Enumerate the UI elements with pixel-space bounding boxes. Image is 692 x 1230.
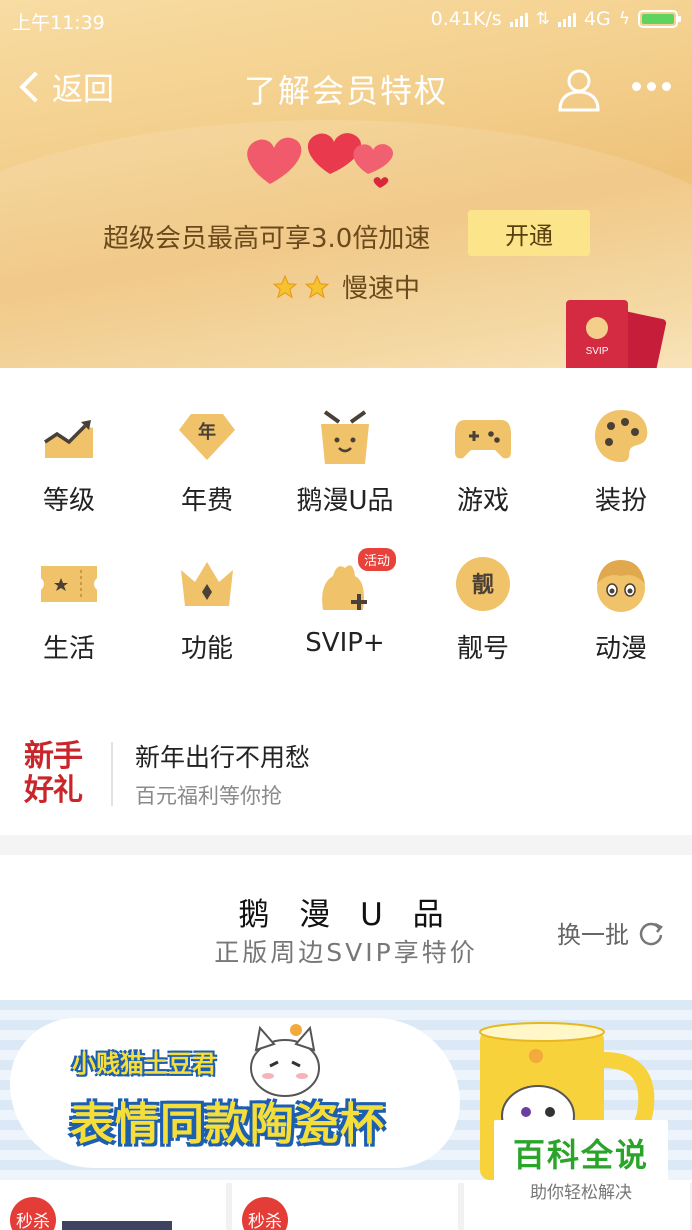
- privilege-item-life[interactable]: 生活: [0, 554, 138, 674]
- signal-icon: [509, 11, 528, 27]
- flash-sale-badge: 秒杀: [242, 1197, 288, 1230]
- star-icon: [272, 274, 298, 299]
- product-thumbnail: [62, 1221, 172, 1230]
- watermark-title: 百科全说: [512, 1136, 649, 1174]
- privilege-label: 鹅漫U品: [296, 486, 394, 516]
- svip-red-packet-icon[interactable]: SVIP: [562, 300, 672, 368]
- network-type: 4G: [583, 8, 611, 30]
- refresh-batch-button[interactable]: 换一批: [557, 915, 665, 950]
- gamepad-icon: [455, 420, 511, 459]
- refresh-icon: [639, 922, 663, 945]
- charging-icon: ϟ: [618, 9, 630, 29]
- privilege-label: 动漫: [594, 634, 647, 664]
- watermark-subtitle: 助你轻松解决: [530, 1183, 632, 1203]
- privilege-label: 装扮: [594, 486, 647, 516]
- flash-sale-badge: 秒杀: [10, 1197, 56, 1230]
- privilege-label: 靓号: [456, 634, 509, 664]
- crown-icon: [181, 562, 233, 606]
- trend-chart-icon: [44, 420, 93, 458]
- annual-fee-icon: 年: [179, 414, 235, 460]
- new-user-gift-banner[interactable]: 新手 好礼 新年出行不用愁 百元福利等你抢: [0, 718, 692, 834]
- status-bar: 上午11:39 0.41K/s ⇅ 4G ϟ: [0, 0, 692, 40]
- speed-status: 慢速中: [272, 268, 420, 305]
- gift-title: 新年出行不用愁: [135, 743, 311, 772]
- banner-product-text: 表情同款陶瓷杯: [70, 1099, 385, 1150]
- network-speed: 0.41K/s: [430, 8, 502, 30]
- pretty-number-icon: 靓: [456, 557, 510, 611]
- gift-subtitle: 百元福利等你抢: [135, 784, 282, 808]
- star-icon: [304, 274, 330, 299]
- data-transfer-icon: ⇅: [535, 9, 550, 29]
- status-time: 上午11:39: [12, 12, 105, 34]
- refresh-label: 换一批: [557, 921, 629, 949]
- privilege-item-annual-fee[interactable]: 年 年费: [138, 406, 276, 526]
- svg-text:靓: 靓: [472, 573, 494, 598]
- banner-brand-text: 小贱猫土豆君: [72, 1050, 216, 1078]
- member-hero-header: 上午11:39 0.41K/s ⇅ 4G ϟ 返回 了解会员特权 超级会员最高可…: [0, 0, 692, 368]
- privilege-item-function[interactable]: 功能: [138, 554, 276, 674]
- privilege-label: 年费: [180, 486, 233, 516]
- flash-sale-card[interactable]: 秒杀: [232, 1183, 458, 1230]
- privilege-label: 功能: [180, 634, 233, 664]
- privilege-label: 生活: [42, 634, 95, 664]
- privilege-item-pretty-number[interactable]: 靓 靓号: [414, 554, 552, 674]
- flash-sale-card[interactable]: 秒杀: [0, 1183, 226, 1230]
- new-user-gift-logo: 新手 好礼: [24, 739, 83, 808]
- privilege-item-dress-up[interactable]: 装扮: [552, 406, 690, 526]
- promo-text: 超级会员最高可享3.0倍加速: [103, 224, 431, 254]
- open-membership-button[interactable]: 开通: [468, 210, 590, 256]
- privilege-item-anime[interactable]: 动漫: [552, 554, 690, 674]
- avatar-hearts-sticker: [247, 133, 394, 188]
- privilege-label: SVIP+: [305, 628, 385, 658]
- battery-icon: [638, 10, 681, 28]
- u-goods-box-icon: [321, 410, 369, 464]
- privilege-label: 等级: [42, 486, 95, 516]
- svg-text:年: 年: [198, 421, 216, 443]
- divider: [111, 742, 113, 806]
- palette-icon: [595, 410, 648, 462]
- more-icon[interactable]: [632, 82, 671, 91]
- privilege-item-game[interactable]: 游戏: [414, 406, 552, 526]
- anime-face-icon: [597, 560, 645, 612]
- privilege-item-level[interactable]: 等级: [0, 406, 138, 526]
- user-icon[interactable]: [556, 66, 602, 112]
- svip-card-label: SVIP: [586, 346, 609, 357]
- signal-icon-2: [557, 11, 576, 27]
- status-icons: 0.41K/s ⇅ 4G ϟ: [430, 8, 681, 30]
- nav-bar: 返回 了解会员特权: [0, 58, 692, 118]
- privilege-item-svip-plus[interactable]: 活动 SVIP+: [276, 548, 414, 674]
- ticket-icon: [41, 566, 97, 602]
- watermark: 百科全说 助你轻松解决: [494, 1120, 668, 1206]
- activity-badge: 活动: [358, 548, 397, 571]
- privilege-label: 游戏: [456, 486, 509, 516]
- privilege-item-u-goods[interactable]: 鹅漫U品: [276, 406, 414, 526]
- speed-status-label: 慢速中: [342, 274, 421, 304]
